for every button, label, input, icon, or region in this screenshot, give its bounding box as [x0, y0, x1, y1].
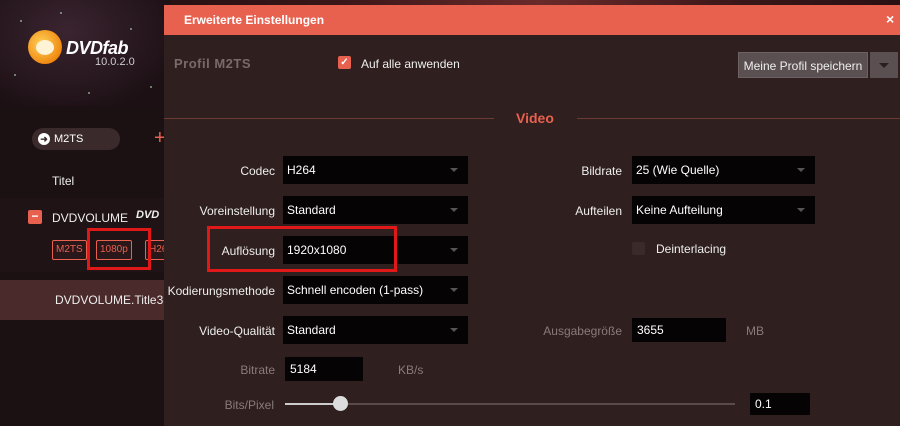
apply-all-label: Auf alle anwenden [361, 57, 460, 71]
section-divider [164, 118, 494, 119]
section-divider [577, 118, 900, 119]
star-decor [130, 28, 132, 30]
advanced-settings-dialog: Erweiterte Einstellungen × Profil M2TS ✓… [164, 5, 900, 426]
output-size-input[interactable]: 3655 [632, 318, 726, 342]
star-decor [88, 92, 90, 94]
chevron-down-icon [797, 168, 805, 172]
output-size-unit: MB [746, 324, 764, 338]
framerate-select[interactable]: 25 (Wie Quelle) [632, 156, 815, 184]
source-name: DVDVOLUME [52, 211, 129, 225]
chevron-down-icon [450, 208, 458, 212]
close-icon[interactable]: × [886, 11, 894, 27]
chevron-down-icon [450, 288, 458, 292]
star-decor [150, 86, 152, 88]
bits-per-pixel-slider-handle[interactable] [333, 396, 348, 411]
video-quality-value: Standard [287, 323, 336, 337]
encoding-method-label: Kodierungsmethode [167, 284, 275, 298]
dvd-logo-icon: DVD [136, 209, 160, 221]
highlight-box [87, 228, 151, 270]
profile-name-label: Profil M2TS [174, 56, 252, 71]
chevron-down-icon [450, 328, 458, 332]
dialog-title: Erweiterte Einstellungen [184, 13, 325, 27]
logo-face-icon [36, 40, 54, 55]
codec-select[interactable]: H264 [283, 156, 468, 184]
arrow-right-icon: ➜ [38, 133, 50, 145]
bitrate-input[interactable]: 5184 [285, 357, 363, 381]
bits-per-pixel-input[interactable]: 0.1 [750, 393, 810, 415]
star-decor [60, 12, 62, 14]
highlight-box [207, 226, 397, 272]
profile-selector-button[interactable]: ➜ M2TS [32, 128, 120, 150]
split-select[interactable]: Keine Aufteilung [632, 196, 815, 224]
video-quality-label: Video-Qualität [199, 324, 275, 338]
chevron-down-icon [450, 168, 458, 172]
encoding-method-select[interactable]: Schnell encoden (1-pass) [283, 276, 468, 304]
framerate-label: Bildrate [581, 164, 622, 178]
split-value: Keine Aufteilung [636, 203, 723, 217]
version-label: 10.0.2.0 [95, 56, 135, 68]
format-tag-m2ts[interactable]: M2TS [52, 240, 87, 260]
bits-per-pixel-slider-track[interactable] [285, 403, 735, 405]
selected-title-name: DVDVOLUME.Title31 [55, 293, 170, 307]
title-column-header: Titel [52, 174, 75, 188]
encoding-method-value: Schnell encoden (1-pass) [287, 283, 424, 297]
bitrate-unit: KB/s [398, 363, 424, 377]
deinterlacing-label: Deinterlacing [656, 242, 727, 256]
save-profile-dropdown-button[interactable] [870, 52, 898, 78]
save-profile-button[interactable]: Meine Profil speichern [738, 52, 868, 78]
output-size-label: Ausgabegröße [543, 324, 622, 338]
codec-label: Codec [240, 164, 275, 178]
split-label: Aufteilen [575, 204, 622, 218]
section-title-video: Video [516, 110, 554, 126]
chevron-down-icon [797, 208, 805, 212]
chevron-down-icon [450, 248, 458, 252]
bits-per-pixel-label: Bits/Pixel [224, 398, 274, 412]
profile-selector-label: M2TS [54, 133, 84, 145]
apply-all-checkbox[interactable]: ✓ [338, 56, 351, 69]
preset-value: Standard [287, 203, 336, 217]
star-decor [20, 20, 22, 22]
video-quality-select[interactable]: Standard [283, 316, 468, 344]
collapse-icon[interactable]: − [28, 210, 42, 224]
preset-select[interactable]: Standard [283, 196, 468, 224]
deinterlacing-checkbox[interactable] [632, 242, 645, 255]
preset-label: Voreinstellung [199, 204, 275, 218]
framerate-value: 25 (Wie Quelle) [636, 163, 720, 177]
bitrate-label: Bitrate [240, 363, 275, 377]
codec-value: H264 [287, 163, 316, 177]
star-decor [14, 74, 16, 76]
